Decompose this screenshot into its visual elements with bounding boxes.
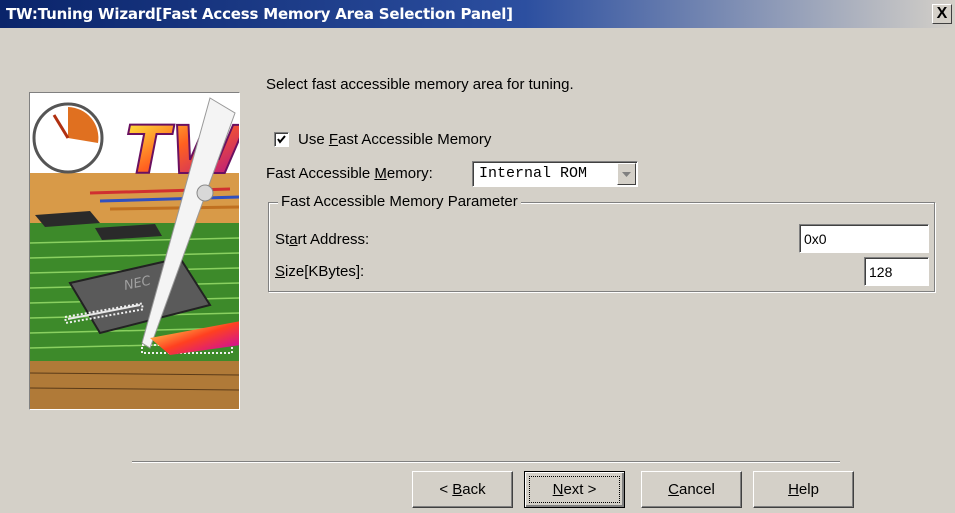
start-address-label: Start Address: (275, 231, 370, 248)
size-label: Size[KBytes]: (275, 263, 365, 280)
memory-select-value: Internal ROM (479, 165, 588, 182)
start-address-input[interactable]: 0x0 (799, 224, 929, 253)
parameter-group-title: Fast Accessible Memory Parameter (278, 193, 521, 210)
memory-select-dropdown[interactable]: Internal ROM (472, 161, 638, 187)
memory-select-label: Fast Accessible Memory: (266, 165, 433, 182)
checkmark-icon (277, 135, 286, 144)
close-button[interactable]: X (932, 4, 952, 24)
back-button[interactable]: < Back (412, 471, 513, 508)
button-separator (132, 461, 840, 463)
next-button[interactable]: Next > (524, 471, 625, 508)
use-fast-memory-checkbox[interactable] (274, 132, 289, 147)
help-button[interactable]: Help (753, 471, 854, 508)
close-icon: X (936, 5, 948, 22)
wizard-banner-image: TW NEC (29, 92, 240, 410)
focus-rectangle (529, 476, 620, 503)
title-bar: TW:Tuning Wizard[Fast Access Memory Area… (0, 0, 955, 28)
window-title: TW:Tuning Wizard[Fast Access Memory Area… (6, 5, 513, 23)
size-input[interactable]: 128 (864, 257, 929, 286)
banner-illustration: TW NEC (30, 93, 239, 409)
use-fast-memory-label[interactable]: Use Fast Accessible Memory (298, 131, 491, 148)
instruction-text: Select fast accessible memory area for t… (266, 76, 574, 93)
chevron-down-icon (622, 172, 631, 177)
dropdown-button[interactable] (617, 163, 636, 185)
cancel-button[interactable]: Cancel (641, 471, 742, 508)
